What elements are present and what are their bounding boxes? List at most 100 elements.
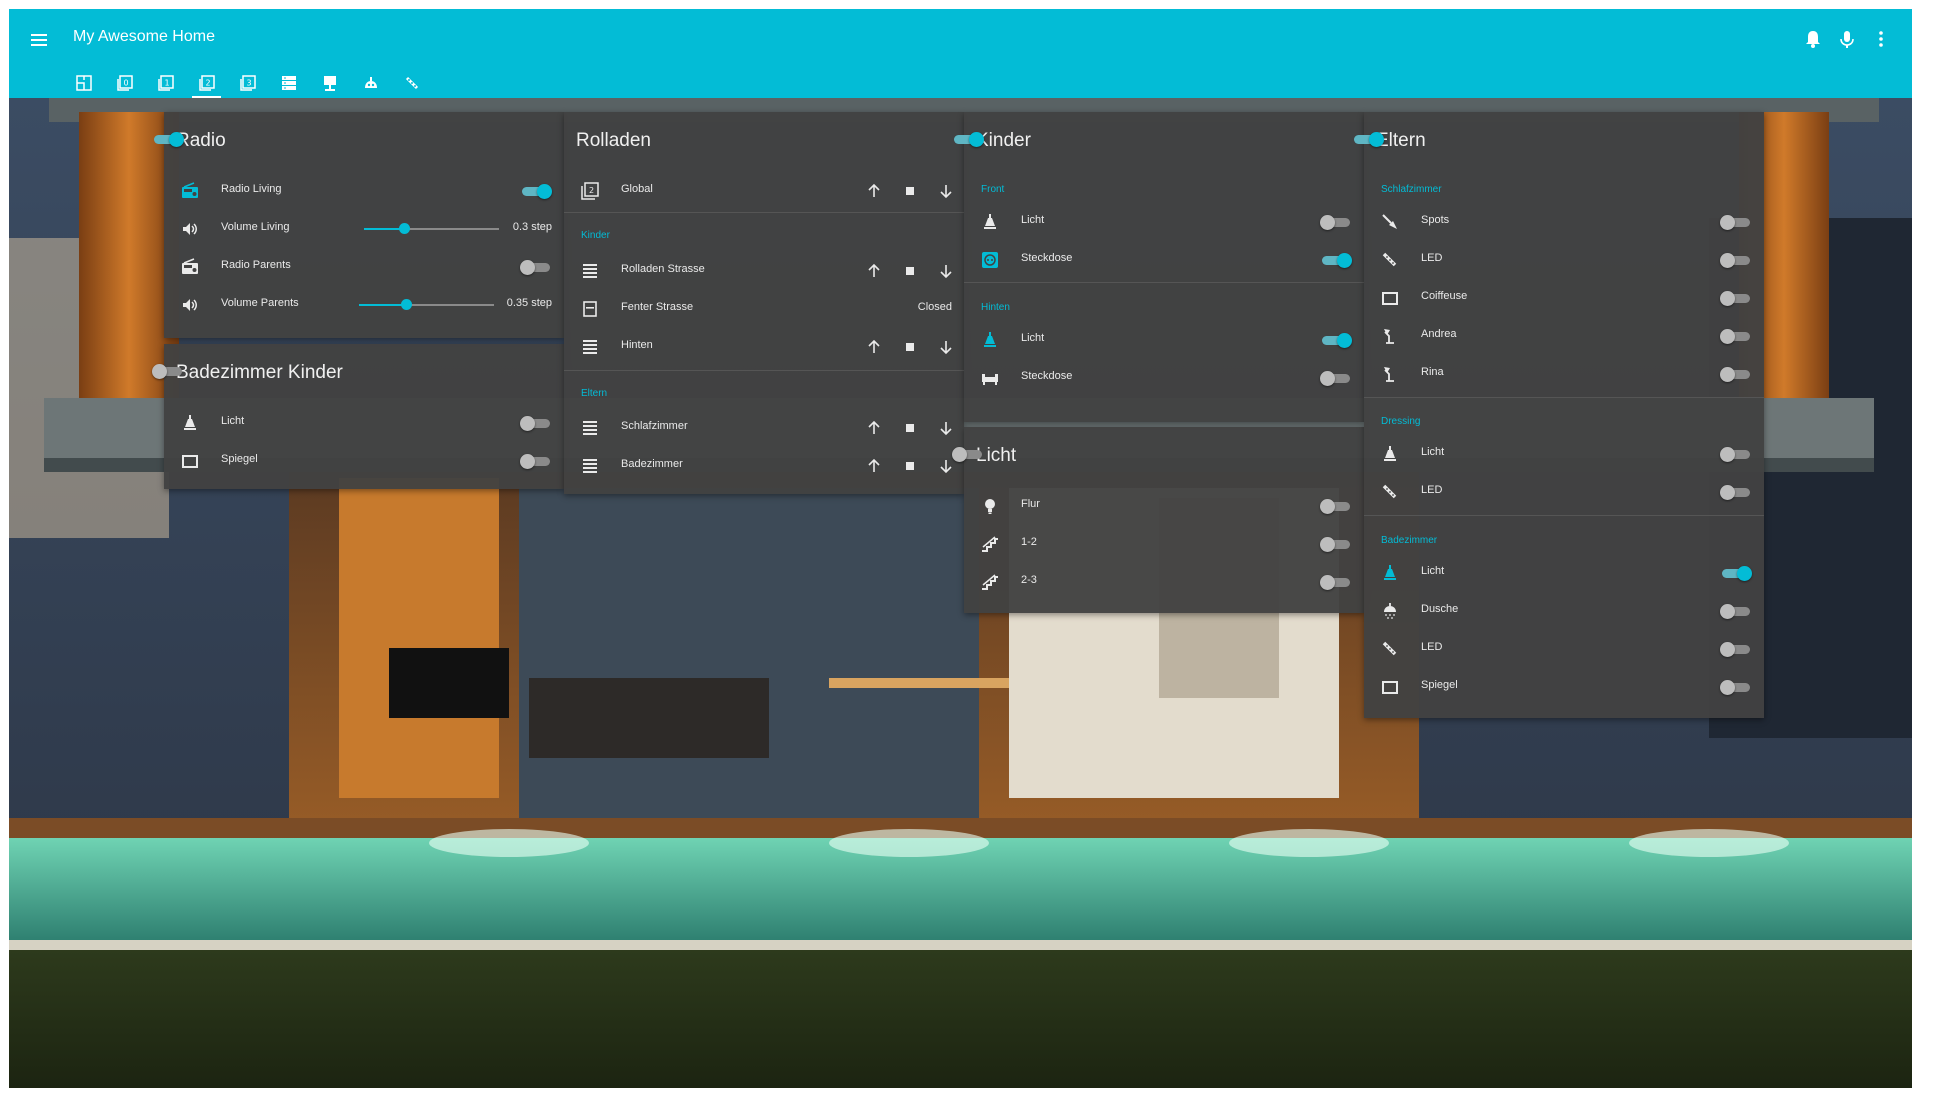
licht-toggle[interactable] (520, 415, 552, 431)
arrow-down-icon[interactable] (936, 337, 956, 357)
licht-master-toggle[interactable] (952, 446, 984, 462)
volume-parents-slider[interactable] (359, 299, 494, 310)
entity-row[interactable]: Steckdose (964, 359, 1364, 397)
andrea-toggle[interactable] (1720, 328, 1752, 344)
entity-row[interactable]: Coiffeuse (1364, 279, 1764, 317)
entity-row[interactable]: 2-3 (964, 563, 1364, 601)
entity-row[interactable]: Dusche (1364, 592, 1764, 630)
entity-row[interactable]: 1-2 (964, 525, 1364, 563)
tab-floor-0[interactable]: 0 (104, 67, 145, 98)
front-licht-toggle[interactable] (1320, 214, 1352, 230)
entity-label: Steckdose (1021, 252, 1073, 264)
arrow-up-icon[interactable] (864, 181, 884, 201)
stairs-1-2-toggle[interactable] (1320, 536, 1352, 552)
tab-desk-lamp[interactable] (309, 67, 350, 98)
spots-toggle[interactable] (1720, 214, 1752, 230)
entity-row[interactable]: Licht (1364, 554, 1764, 592)
schlafzimmer-led-toggle[interactable] (1720, 252, 1752, 268)
tab-floor-2[interactable]: 2 (186, 67, 227, 98)
led-strip-icon (1382, 252, 1397, 267)
badezimmer-led-toggle[interactable] (1720, 641, 1752, 657)
coiffeuse-toggle[interactable] (1720, 290, 1752, 306)
shutter-icon (583, 459, 597, 473)
entity-row[interactable]: LED (1364, 630, 1764, 668)
entity-row: Hinten (564, 328, 964, 366)
tab-floor-1[interactable]: 1 (145, 67, 186, 98)
divider (1364, 515, 1764, 516)
radio-master-toggle[interactable] (152, 131, 184, 147)
arrow-up-icon[interactable] (864, 418, 884, 438)
eltern-master-toggle[interactable] (1352, 131, 1384, 147)
rina-toggle[interactable] (1720, 366, 1752, 382)
arrow-down-icon[interactable] (936, 181, 956, 201)
entity-row[interactable]: Licht (964, 203, 1364, 241)
flur-toggle[interactable] (1320, 498, 1352, 514)
arrow-up-icon[interactable] (864, 337, 884, 357)
entity-row[interactable]: Rina (1364, 355, 1764, 393)
entity-label: Fenter Strasse (621, 301, 694, 313)
radio-parents-toggle[interactable] (520, 259, 552, 275)
hinten-steckdose-toggle[interactable] (1320, 370, 1352, 386)
stop-icon[interactable] (900, 418, 920, 438)
entity-label: Rolladen Strasse (621, 263, 705, 275)
tab-led-strip[interactable] (391, 67, 432, 98)
dressing-licht-toggle[interactable] (1720, 446, 1752, 462)
more-vertical-icon[interactable] (1870, 28, 1892, 50)
arrow-up-icon[interactable] (864, 261, 884, 281)
badezimmer-kinder-master-toggle[interactable] (152, 363, 184, 379)
entity-row[interactable]: Spiegel (164, 442, 564, 480)
dusche-toggle[interactable] (1720, 603, 1752, 619)
app-title: My Awesome Home (73, 28, 215, 45)
entity-label: Rina (1421, 366, 1444, 378)
tab-server[interactable] (268, 67, 309, 98)
radio-icon (182, 182, 198, 198)
entity-label: 1-2 (1021, 536, 1037, 548)
shutter-icon (583, 421, 597, 435)
stop-icon[interactable] (900, 337, 920, 357)
badezimmer-licht-toggle[interactable] (1720, 565, 1752, 581)
entity-row[interactable]: Licht (964, 321, 1364, 359)
entity-row[interactable]: Radio Living (164, 172, 564, 210)
arrow-down-icon[interactable] (936, 261, 956, 281)
spotlight-icon (1382, 214, 1397, 229)
microphone-icon[interactable] (1836, 28, 1858, 50)
entity-row[interactable]: Licht (1364, 435, 1764, 473)
stop-icon[interactable] (900, 181, 920, 201)
stairs-icon (982, 536, 998, 552)
front-steckdose-toggle[interactable] (1320, 252, 1352, 268)
entity-label: Dusche (1421, 603, 1459, 615)
entity-row[interactable]: Radio Parents (164, 248, 564, 286)
stop-icon[interactable] (900, 261, 920, 281)
tab-floorplan[interactable] (63, 67, 104, 98)
entity-row[interactable]: Flur (964, 487, 1364, 525)
stairs-2-3-toggle[interactable] (1320, 574, 1352, 590)
entity-row[interactable]: Spots (1364, 203, 1764, 241)
spiegel-toggle[interactable] (520, 453, 552, 469)
floorplan-icon (75, 74, 92, 91)
entity-row[interactable]: Andrea (1364, 317, 1764, 355)
hinten-licht-toggle[interactable] (1320, 332, 1352, 348)
arrow-up-icon[interactable] (864, 456, 884, 476)
entity-row[interactable]: Licht (164, 404, 564, 442)
stop-icon[interactable] (900, 456, 920, 476)
bell-icon[interactable] (1802, 28, 1824, 50)
card-rolladen: Rolladen 2 Global Kinder Rolladen Strass… (564, 112, 964, 494)
entity-row: Volume Parents 0.35 step (164, 286, 564, 324)
tab-robot[interactable] (350, 67, 391, 98)
divider (564, 212, 964, 213)
tab-floor-3[interactable]: 3 (227, 67, 268, 98)
radio-living-toggle[interactable] (520, 183, 552, 199)
led-strip-icon (1382, 641, 1397, 656)
badezimmer-spiegel-toggle[interactable] (1720, 679, 1752, 695)
dressing-led-toggle[interactable] (1720, 484, 1752, 500)
entity-row[interactable]: Steckdose (964, 241, 1364, 279)
entity-label: Spiegel (1421, 679, 1458, 691)
entity-row[interactable]: LED (1364, 241, 1764, 279)
hamburger-menu-icon[interactable] (28, 29, 50, 51)
volume-living-slider[interactable] (364, 223, 499, 234)
entity-row[interactable]: LED (1364, 473, 1764, 511)
arrow-down-icon[interactable] (936, 418, 956, 438)
kinder-master-toggle[interactable] (952, 131, 984, 147)
entity-row[interactable]: Spiegel (1364, 668, 1764, 706)
sofa-icon (982, 374, 998, 385)
